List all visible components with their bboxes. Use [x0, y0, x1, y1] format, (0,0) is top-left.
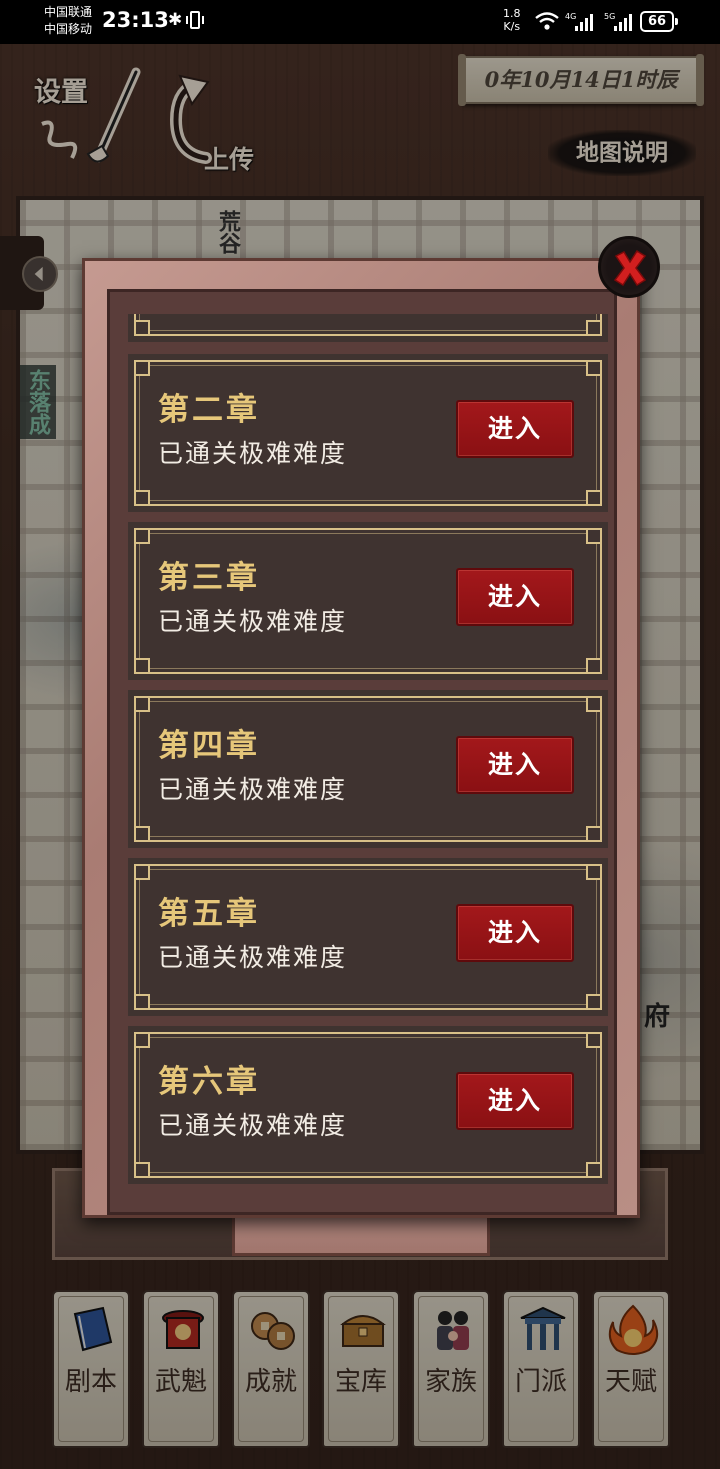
chapter-card: 第四章 已通关极难难度 进入	[128, 690, 608, 848]
close-x-icon	[613, 249, 647, 287]
chapter-status: 已通关极难难度	[158, 1111, 348, 1140]
card-corner	[134, 864, 150, 880]
card-corner	[586, 360, 602, 376]
enter-chapter-button[interactable]: 进入	[456, 736, 574, 794]
chapter-card: 第三章 已通关极难难度 进入	[128, 522, 608, 680]
enter-chapter-button[interactable]: 进入	[456, 568, 574, 626]
card-corner	[134, 360, 150, 376]
chapter-title: 第五章	[158, 896, 260, 932]
card-corner	[586, 696, 602, 712]
cell-signal-icon-2: 5G	[604, 12, 632, 31]
chapter-status: 已通关极难难度	[158, 439, 348, 468]
dialog-inner: 第二章 已通关极难难度 进入 第三章 已通关极难难度 进入 第四章 已通关极难难…	[107, 289, 617, 1215]
card-corner	[134, 528, 150, 544]
card-corner	[134, 994, 150, 1010]
chapter-status: 已通关极难难度	[158, 775, 348, 804]
battery-indicator: 66	[640, 11, 678, 32]
net-speed-value: 1.8	[503, 7, 521, 20]
card-corner	[586, 490, 602, 506]
chapter-list[interactable]: 第二章 已通关极难难度 进入 第三章 已通关极难难度 进入 第四章 已通关极难难…	[128, 314, 608, 1194]
card-corner	[134, 320, 150, 336]
card-corner	[134, 1032, 150, 1048]
chapter-select-dialog: 第二章 已通关极难难度 进入 第三章 已通关极难难度 进入 第四章 已通关极难难…	[82, 258, 640, 1256]
card-border	[134, 314, 602, 336]
wifi-icon	[535, 12, 559, 30]
card-corner	[586, 1162, 602, 1178]
sig2-label: 5G	[604, 12, 615, 21]
card-corner	[586, 528, 602, 544]
card-corner	[586, 994, 602, 1010]
chapter-title: 第六章	[158, 1064, 260, 1100]
chapter-card: 第六章 已通关极难难度 进入	[128, 1026, 608, 1184]
cell-signal-icon-1: 4G	[565, 12, 593, 31]
sig1-label: 4G	[565, 12, 576, 21]
card-corner	[586, 1032, 602, 1048]
status-bar: 中国联通 中国移动 23:13 ✱ 1.8 K/s 4G 5G 66	[0, 0, 720, 44]
chapter-card: 第二章 已通关极难难度 进入	[128, 354, 608, 512]
card-corner	[586, 826, 602, 842]
card-corner	[134, 490, 150, 506]
chapter-title: 第四章	[158, 728, 260, 764]
bluetooth-icon: ✱	[168, 10, 183, 30]
net-speed-unit: K/s	[503, 20, 521, 33]
enter-chapter-button[interactable]: 进入	[456, 1072, 574, 1130]
chapter-title: 第三章	[158, 560, 260, 596]
chapter-title: 第二章	[158, 392, 260, 428]
chapter-card: 第五章 已通关极难难度 进入	[128, 858, 608, 1016]
card-corner	[134, 826, 150, 842]
network-speed: 1.8 K/s	[503, 7, 521, 33]
card-corner	[134, 696, 150, 712]
card-corner	[134, 658, 150, 674]
card-corner	[586, 320, 602, 336]
carrier-2: 中国移动	[44, 22, 93, 36]
enter-chapter-button[interactable]: 进入	[456, 400, 574, 458]
carrier-info: 中国联通 中国移动	[44, 4, 92, 38]
chapter-status: 已通关极难难度	[158, 943, 348, 972]
card-corner	[134, 1162, 150, 1178]
carrier-1: 中国联通	[44, 5, 93, 19]
chapter-card-partial	[128, 314, 608, 342]
vibrate-icon	[186, 11, 204, 29]
card-corner	[586, 658, 602, 674]
chapter-status: 已通关极难难度	[158, 607, 348, 636]
dialog-frame: 第二章 已通关极难难度 进入 第三章 已通关极难难度 进入 第四章 已通关极难难…	[82, 258, 640, 1218]
status-clock: 23:13	[102, 8, 169, 32]
card-corner	[586, 864, 602, 880]
enter-chapter-button[interactable]: 进入	[456, 904, 574, 962]
close-button[interactable]	[598, 236, 660, 298]
